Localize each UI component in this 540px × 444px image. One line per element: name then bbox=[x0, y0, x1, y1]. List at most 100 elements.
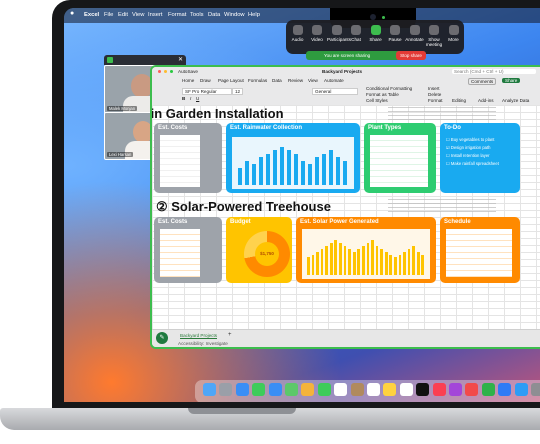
music-icon[interactable] bbox=[432, 383, 446, 396]
keynote-icon[interactable] bbox=[498, 383, 512, 396]
settings-icon[interactable] bbox=[531, 383, 540, 396]
share-button[interactable]: Share bbox=[366, 25, 385, 42]
share-icon bbox=[370, 25, 381, 35]
sheet-tab[interactable]: Backyard Projects bbox=[180, 333, 218, 339]
conditional-formatting-button[interactable]: Conditional Formatting bbox=[366, 86, 412, 91]
menu-item-view[interactable]: View bbox=[132, 12, 144, 18]
todo-item[interactable]: ☐ Install retention layer bbox=[446, 152, 516, 160]
number-format-select[interactable]: General bbox=[312, 88, 358, 95]
todo-item[interactable]: ☐ Make rainfall spreadsheet bbox=[446, 160, 516, 168]
chart-bar bbox=[343, 160, 348, 185]
add-sheet-icon[interactable]: + bbox=[228, 332, 232, 338]
card-schedule-title: Schedule bbox=[444, 219, 471, 225]
section2-title: ② Solar-Powered Treehouse bbox=[156, 199, 331, 214]
tab-view[interactable]: View bbox=[308, 78, 318, 83]
tab-automate[interactable]: Automate bbox=[324, 78, 344, 83]
close-window-icon[interactable] bbox=[158, 70, 161, 73]
worksheet[interactable]: Rain Garden Installation Est. Costs Est.… bbox=[152, 105, 540, 329]
menu-item-edit[interactable]: Edit bbox=[118, 12, 128, 18]
format-button[interactable]: Format bbox=[428, 98, 443, 103]
chart-bar bbox=[348, 248, 351, 275]
finder-icon[interactable] bbox=[203, 383, 216, 396]
tab-data[interactable]: Data bbox=[272, 78, 282, 83]
notes-icon[interactable] bbox=[383, 383, 397, 396]
chart-bar bbox=[416, 251, 420, 275]
chart-bar bbox=[384, 251, 388, 275]
reminders-icon[interactable] bbox=[367, 383, 380, 396]
podcasts-icon[interactable] bbox=[449, 383, 462, 396]
tab-home[interactable]: Home bbox=[182, 78, 194, 83]
format-as-table-button[interactable]: Format as Table bbox=[366, 92, 399, 97]
chart-bar bbox=[245, 160, 250, 185]
safari-icon[interactable] bbox=[235, 383, 249, 396]
autosave-toggle[interactable]: AutoSave bbox=[178, 69, 198, 74]
photos-icon[interactable] bbox=[301, 383, 315, 396]
bold-icon[interactable]: B bbox=[182, 96, 185, 101]
todo-item[interactable]: ☑ Design irrigation path bbox=[446, 144, 516, 152]
app-store-icon[interactable] bbox=[514, 383, 528, 396]
share-button[interactable]: Share bbox=[502, 78, 521, 83]
apple-menu-icon[interactable]: ● bbox=[70, 10, 74, 17]
calendar-icon[interactable] bbox=[334, 383, 348, 396]
tab-review[interactable]: Review bbox=[288, 78, 303, 83]
app-menu[interactable]: Excel bbox=[84, 12, 99, 18]
laptop-base-notch bbox=[188, 408, 296, 414]
tv-icon[interactable] bbox=[416, 383, 430, 396]
annotate-icon bbox=[409, 25, 420, 35]
menu-item-insert[interactable]: Insert bbox=[148, 12, 163, 18]
tab-draw[interactable]: Draw bbox=[200, 78, 211, 83]
video-button[interactable]: Video bbox=[308, 25, 327, 42]
todo-item[interactable]: ☐ Buy vegetables to plant bbox=[446, 136, 516, 144]
video-window-titlebar[interactable]: ✕ bbox=[104, 55, 186, 65]
delete-button[interactable]: Delete bbox=[428, 92, 441, 97]
menu-item-file[interactable]: File bbox=[104, 12, 113, 18]
menu-item-data[interactable]: Data bbox=[208, 12, 220, 18]
insert-button[interactable]: Insert bbox=[428, 86, 440, 91]
font-name-select[interactable]: SF Pro Regular bbox=[182, 88, 232, 95]
show-meeting-button[interactable]: Show meeting bbox=[425, 25, 444, 47]
tab-formulas[interactable]: Formulas bbox=[248, 78, 267, 83]
search-field[interactable]: Search (Cmd + Ctrl + U) bbox=[452, 69, 536, 74]
more-button[interactable]: More bbox=[444, 25, 463, 42]
maps-icon[interactable] bbox=[285, 383, 298, 396]
menu-item-window[interactable]: Window bbox=[224, 12, 245, 18]
card-todo: To-Do ☐ Buy vegetables to plant ☑ Design… bbox=[440, 123, 520, 193]
menu-item-help[interactable]: Help bbox=[248, 12, 260, 18]
card-plant-types: Plant Types bbox=[364, 123, 436, 193]
audio-button[interactable]: Audio bbox=[288, 25, 307, 42]
chat-button[interactable]: Chat bbox=[347, 25, 366, 42]
editing-button[interactable]: Editing bbox=[452, 98, 466, 103]
numbers-icon[interactable] bbox=[481, 383, 495, 396]
cell-styles-button[interactable]: Cell Styles bbox=[366, 98, 388, 103]
facetime-icon[interactable] bbox=[317, 383, 331, 396]
launchpad-icon[interactable] bbox=[219, 383, 233, 396]
participants-button[interactable]: Participants bbox=[327, 25, 351, 42]
accessibility-status[interactable]: Accessibility: Investigate bbox=[178, 341, 228, 346]
comments-button[interactable]: Comments bbox=[468, 78, 497, 85]
chart-bar bbox=[266, 153, 271, 185]
solar-bars bbox=[307, 237, 426, 275]
italic-icon[interactable]: I bbox=[190, 96, 191, 101]
messages-icon[interactable] bbox=[252, 383, 266, 396]
minimize-window-icon[interactable] bbox=[164, 70, 167, 73]
underline-icon[interactable]: U bbox=[196, 96, 199, 101]
menu-item-format[interactable]: Format bbox=[168, 12, 186, 18]
font-size-select[interactable]: 12 bbox=[232, 88, 244, 95]
menu-item-tools[interactable]: Tools bbox=[190, 12, 204, 18]
news-icon[interactable] bbox=[465, 383, 479, 396]
chart-bar bbox=[280, 146, 285, 185]
mail-icon[interactable] bbox=[268, 383, 282, 396]
pause-button[interactable]: Pause bbox=[386, 25, 405, 42]
freeform-icon[interactable] bbox=[399, 383, 413, 396]
video-icon bbox=[312, 25, 322, 35]
stop-share-button[interactable]: Stop share bbox=[396, 51, 426, 60]
close-icon[interactable]: ✕ bbox=[178, 56, 183, 63]
analyze-data-button[interactable]: Analyze Data bbox=[502, 98, 529, 103]
add-ins-button[interactable]: Add-ins bbox=[478, 98, 494, 103]
annotate-pen-icon[interactable]: ✎ bbox=[156, 332, 168, 344]
zoom-window-icon[interactable] bbox=[170, 70, 173, 73]
annotate-button[interactable]: Annotate bbox=[405, 25, 424, 42]
tab-page-layout[interactable]: Page Layout bbox=[218, 78, 244, 83]
rainwater-bars bbox=[238, 143, 350, 185]
contacts-icon[interactable] bbox=[350, 383, 364, 396]
